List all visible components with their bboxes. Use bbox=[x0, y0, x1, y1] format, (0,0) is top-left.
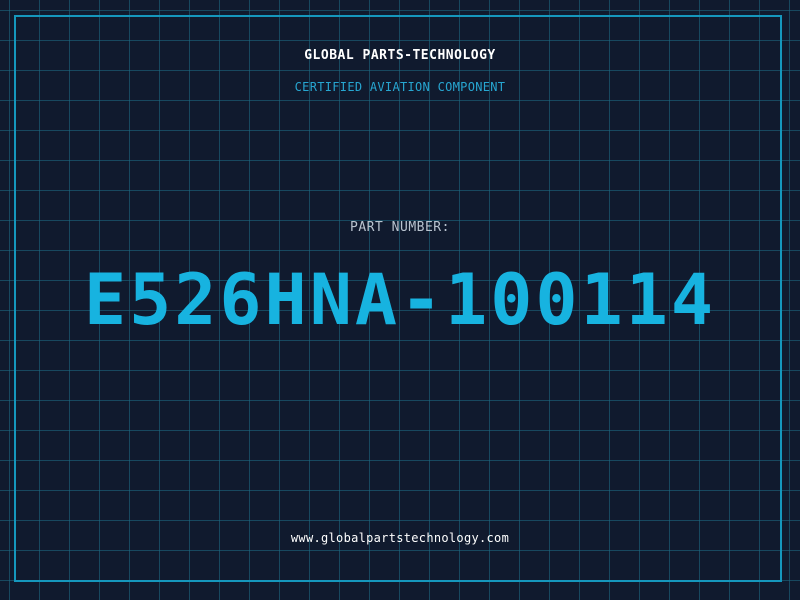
certification-tagline: CERTIFIED AVIATION COMPONENT bbox=[294, 80, 506, 94]
part-number-label: PART NUMBER: bbox=[350, 220, 450, 235]
website-url: www.globalpartstechnology.com bbox=[290, 531, 510, 545]
company-name: GLOBAL PARTS-TECHNOLOGY bbox=[304, 48, 496, 63]
part-number-value: E526HNA-100114 bbox=[83, 259, 716, 341]
part-label-card: GLOBAL PARTS-TECHNOLOGY CERTIFIED AVIATI… bbox=[0, 0, 800, 600]
